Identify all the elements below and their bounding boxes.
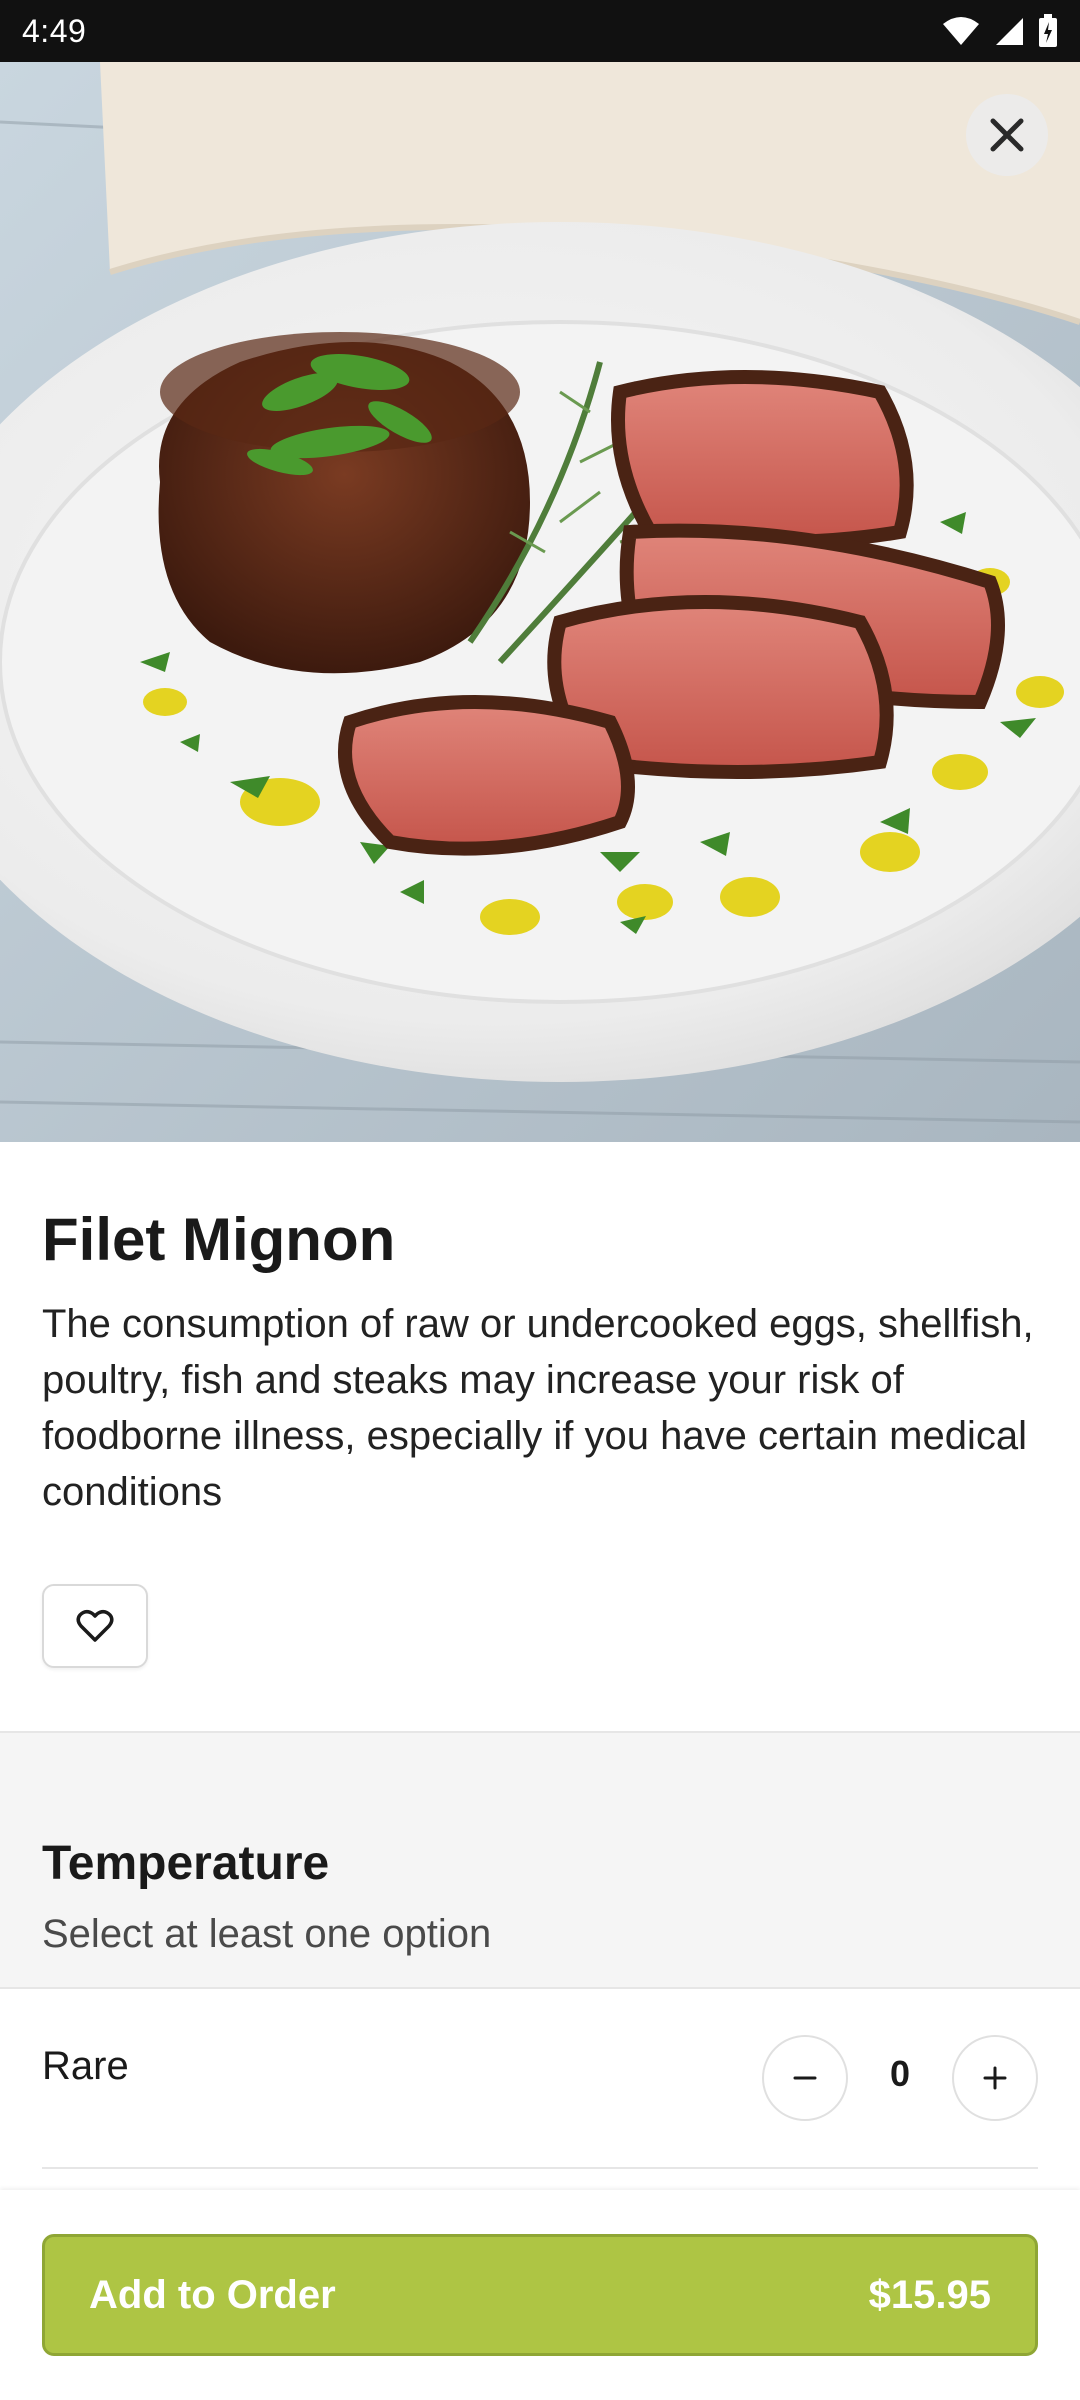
item-title: Filet Mignon bbox=[42, 1206, 396, 1273]
option-quantity: 0 bbox=[889, 2053, 911, 2094]
modifier-group-subtitle: Select at least one option bbox=[42, 1912, 492, 1956]
status-icons bbox=[942, 14, 1058, 48]
add-to-order-label: Add to Order bbox=[89, 2272, 336, 2317]
close-button[interactable] bbox=[966, 94, 1048, 176]
favorite-button[interactable] bbox=[42, 1584, 148, 1668]
status-bar: 4:49 bbox=[0, 0, 1080, 62]
bottom-bar: Add to Order $15.95 bbox=[0, 2190, 1080, 2400]
modifier-group-title: Temperature bbox=[42, 1837, 330, 1890]
decrement-button[interactable] bbox=[762, 2035, 848, 2121]
wifi-icon bbox=[943, 17, 979, 45]
signal-icon bbox=[996, 18, 1023, 45]
filet-mignon-photo bbox=[0, 62, 1080, 1142]
increment-button[interactable] bbox=[952, 2035, 1038, 2121]
modifier-option-row: Rare 0 bbox=[0, 1989, 1080, 2169]
add-to-order-button[interactable]: Add to Order $15.95 bbox=[42, 2234, 1038, 2356]
hero-image bbox=[0, 62, 1080, 1142]
option-label: Rare bbox=[42, 2044, 129, 2088]
item-description: The consumption of raw or undercooked eg… bbox=[42, 1302, 1034, 1514]
minus-icon bbox=[793, 2076, 817, 2080]
heart-icon bbox=[76, 1610, 114, 1642]
plus-icon bbox=[983, 2066, 1007, 2090]
option-divider bbox=[42, 2167, 1038, 2169]
status-time: 4:49 bbox=[22, 12, 87, 49]
battery-icon bbox=[1039, 14, 1057, 47]
close-icon bbox=[990, 118, 1024, 152]
order-price: $15.95 bbox=[868, 2272, 991, 2317]
